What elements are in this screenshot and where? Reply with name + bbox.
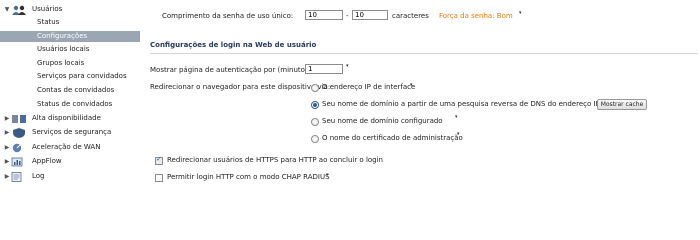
password-length-label: Comprimento da senha de uso único: xyxy=(162,12,294,20)
radio-reverse-dns-domain-label: Seu nome de domínio a partir de uma pesq… xyxy=(322,100,645,108)
https-redirect-label: Redirecionar usuários de HTTPS para HTTP… xyxy=(167,156,383,164)
https-redirect-checkbox[interactable] xyxy=(155,155,163,165)
sidebar-subitem-grupos-locais[interactable]: Grupos locais xyxy=(0,58,140,69)
expanded-arrow-icon[interactable]: ▼ xyxy=(4,4,10,15)
sidebar-subitem-contas-convidados[interactable]: Contas de convidados xyxy=(0,85,140,96)
sidebar-subitem-status[interactable]: Status xyxy=(0,17,140,28)
sidebar: ▼ Usuários Status Configurações Usuários… xyxy=(0,0,140,200)
sidebar-item-usuarios[interactable]: ▼ Usuários xyxy=(0,4,140,15)
sidebar-subitem-label: Grupos locais xyxy=(37,59,85,67)
appflow-icon xyxy=(11,157,23,167)
radio-admin-certificate-label: O nome do certificado de administração xyxy=(322,134,463,142)
sidebar-subitem-label: Status xyxy=(37,18,60,26)
sidebar-subitem-servicos-convidados[interactable]: Serviços para convidados xyxy=(0,71,140,82)
show-cache-button[interactable]: Mostrar cache xyxy=(597,99,647,110)
sidebar-item-aceleracao-wan[interactable]: ▶ Aceleração de WAN xyxy=(0,142,140,153)
radio-admin-certificate[interactable] xyxy=(311,135,319,143)
cursor-marker-icon: ▾ xyxy=(326,172,329,178)
sidebar-item-label: AppFlow xyxy=(32,157,62,165)
cursor-marker-icon: ▾ xyxy=(519,10,522,16)
http-chap-login-label: Permitir login HTTP com o modo CHAP RADI… xyxy=(167,173,330,181)
sidebar-item-label: Usuários xyxy=(32,5,63,13)
sidebar-subitem-label: Status de convidados xyxy=(37,100,113,108)
wan-acceleration-icon xyxy=(11,143,22,153)
sidebar-item-label: Alta disponibilidade xyxy=(32,114,101,122)
sidebar-subitem-label: Serviços para convidados xyxy=(37,72,127,80)
sidebar-item-servicos-seguranca[interactable]: ▶ Serviços de segurança xyxy=(0,127,140,138)
password-strength-label: Força da senha: Bom xyxy=(439,12,513,20)
sidebar-item-label: Serviços de segurança xyxy=(32,128,112,136)
password-max-length-input[interactable]: 10 xyxy=(352,10,388,20)
radio-interface-ip-label: O endereço IP de interface xyxy=(322,83,416,91)
sidebar-subitem-label: Configurações xyxy=(37,32,88,40)
collapsed-arrow-icon[interactable]: ▶ xyxy=(4,113,10,124)
radio-interface-ip[interactable] xyxy=(311,84,319,92)
radio-configured-domain[interactable] xyxy=(311,118,319,126)
section-title-web-login: Configurações de login na Web de usuário xyxy=(150,41,317,49)
users-icon xyxy=(11,5,26,15)
collapsed-arrow-icon[interactable]: ▶ xyxy=(4,171,10,182)
sidebar-subitem-status-convidados[interactable]: Status de convidados xyxy=(0,99,140,110)
security-services-icon xyxy=(11,128,25,138)
sidebar-item-log[interactable]: ▶ Log xyxy=(0,171,140,182)
sidebar-subitem-configuracoes[interactable]: Configurações xyxy=(0,31,140,42)
redirect-browser-label: Redirecionar o navegador para este dispo… xyxy=(150,83,331,91)
sidebar-item-label: Log xyxy=(32,172,45,180)
collapsed-arrow-icon[interactable]: ▶ xyxy=(4,156,10,167)
log-icon xyxy=(11,172,22,182)
password-min-length-input[interactable]: 10 xyxy=(305,10,343,20)
sidebar-subitem-label: Usuários locais xyxy=(37,45,90,53)
collapsed-arrow-icon[interactable]: ▶ xyxy=(4,127,10,138)
cursor-marker-icon: ▾ xyxy=(346,63,349,69)
radio-reverse-dns-domain[interactable] xyxy=(311,101,319,109)
http-chap-login-checkbox[interactable] xyxy=(155,174,163,182)
cursor-marker-icon: ▾ xyxy=(410,82,413,88)
sidebar-item-alta-disponibilidade[interactable]: ▶ Alta disponibilidade xyxy=(0,113,140,124)
password-range-separator: - xyxy=(346,12,349,20)
auth-page-duration-label: Mostrar página de autenticação por (minu… xyxy=(150,66,314,74)
sidebar-subitem-label: Contas de convidados xyxy=(37,86,115,94)
sidebar-item-label: Aceleração de WAN xyxy=(32,143,101,151)
auth-page-duration-input[interactable]: 1 xyxy=(305,64,343,74)
radio-configured-domain-label: Seu nome de domínio configurado xyxy=(322,117,443,125)
sidebar-item-appflow[interactable]: ▶ AppFlow xyxy=(0,156,140,167)
section-divider xyxy=(150,53,698,54)
high-availability-icon xyxy=(11,114,26,123)
sidebar-subitem-usuarios-locais[interactable]: Usuários locais xyxy=(0,44,140,55)
collapsed-arrow-icon[interactable]: ▶ xyxy=(4,142,10,153)
password-unit-label: caracteres xyxy=(392,12,429,20)
cursor-marker-icon: ▾ xyxy=(455,114,458,120)
cursor-marker-icon: ▾ xyxy=(457,131,460,137)
